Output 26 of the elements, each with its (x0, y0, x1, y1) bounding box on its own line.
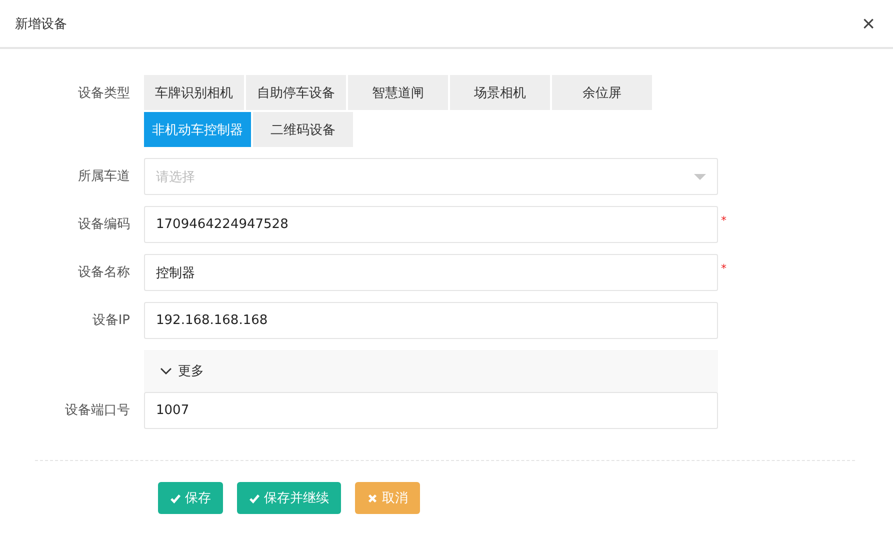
caret-icon (694, 174, 706, 180)
device-type-option[interactable]: 自助停车设备 (246, 75, 346, 110)
close-button[interactable]: × (858, 12, 879, 34)
check-icon (170, 492, 181, 504)
cross-icon (367, 492, 378, 504)
input-field[interactable]: 1709464224947528 (144, 206, 718, 243)
device-type-option[interactable]: 智慧道闸 (348, 75, 448, 110)
chevron-icon (160, 367, 172, 375)
check-icon (249, 492, 260, 504)
device-type-option[interactable]: 余位屏 (552, 75, 652, 110)
more-toggle[interactable]: 更多 (144, 350, 718, 392)
device-type-option[interactable]: 车牌识别相机 (144, 75, 244, 110)
required-mark: * (721, 262, 726, 275)
device-type-option[interactable]: 场景相机 (450, 75, 550, 110)
field-label: 设备IP (91, 312, 131, 330)
field-label: 所属车道 (77, 168, 131, 186)
dialog-title: 新增设备 (15, 16, 67, 32)
required-mark: * (721, 214, 726, 227)
input-field[interactable]: 192.168.168.168 (144, 302, 718, 339)
device-type-option[interactable]: 二维码设备 (253, 112, 353, 147)
field-label: 设备名称 (77, 264, 131, 282)
input-field[interactable]: 控制器 (144, 254, 718, 291)
field-label: 设备端口号 (64, 402, 131, 420)
input-field[interactable]: 1007 (144, 392, 718, 429)
field-label: 设备类型 (77, 85, 131, 103)
field-label: 设备编码 (77, 216, 131, 234)
